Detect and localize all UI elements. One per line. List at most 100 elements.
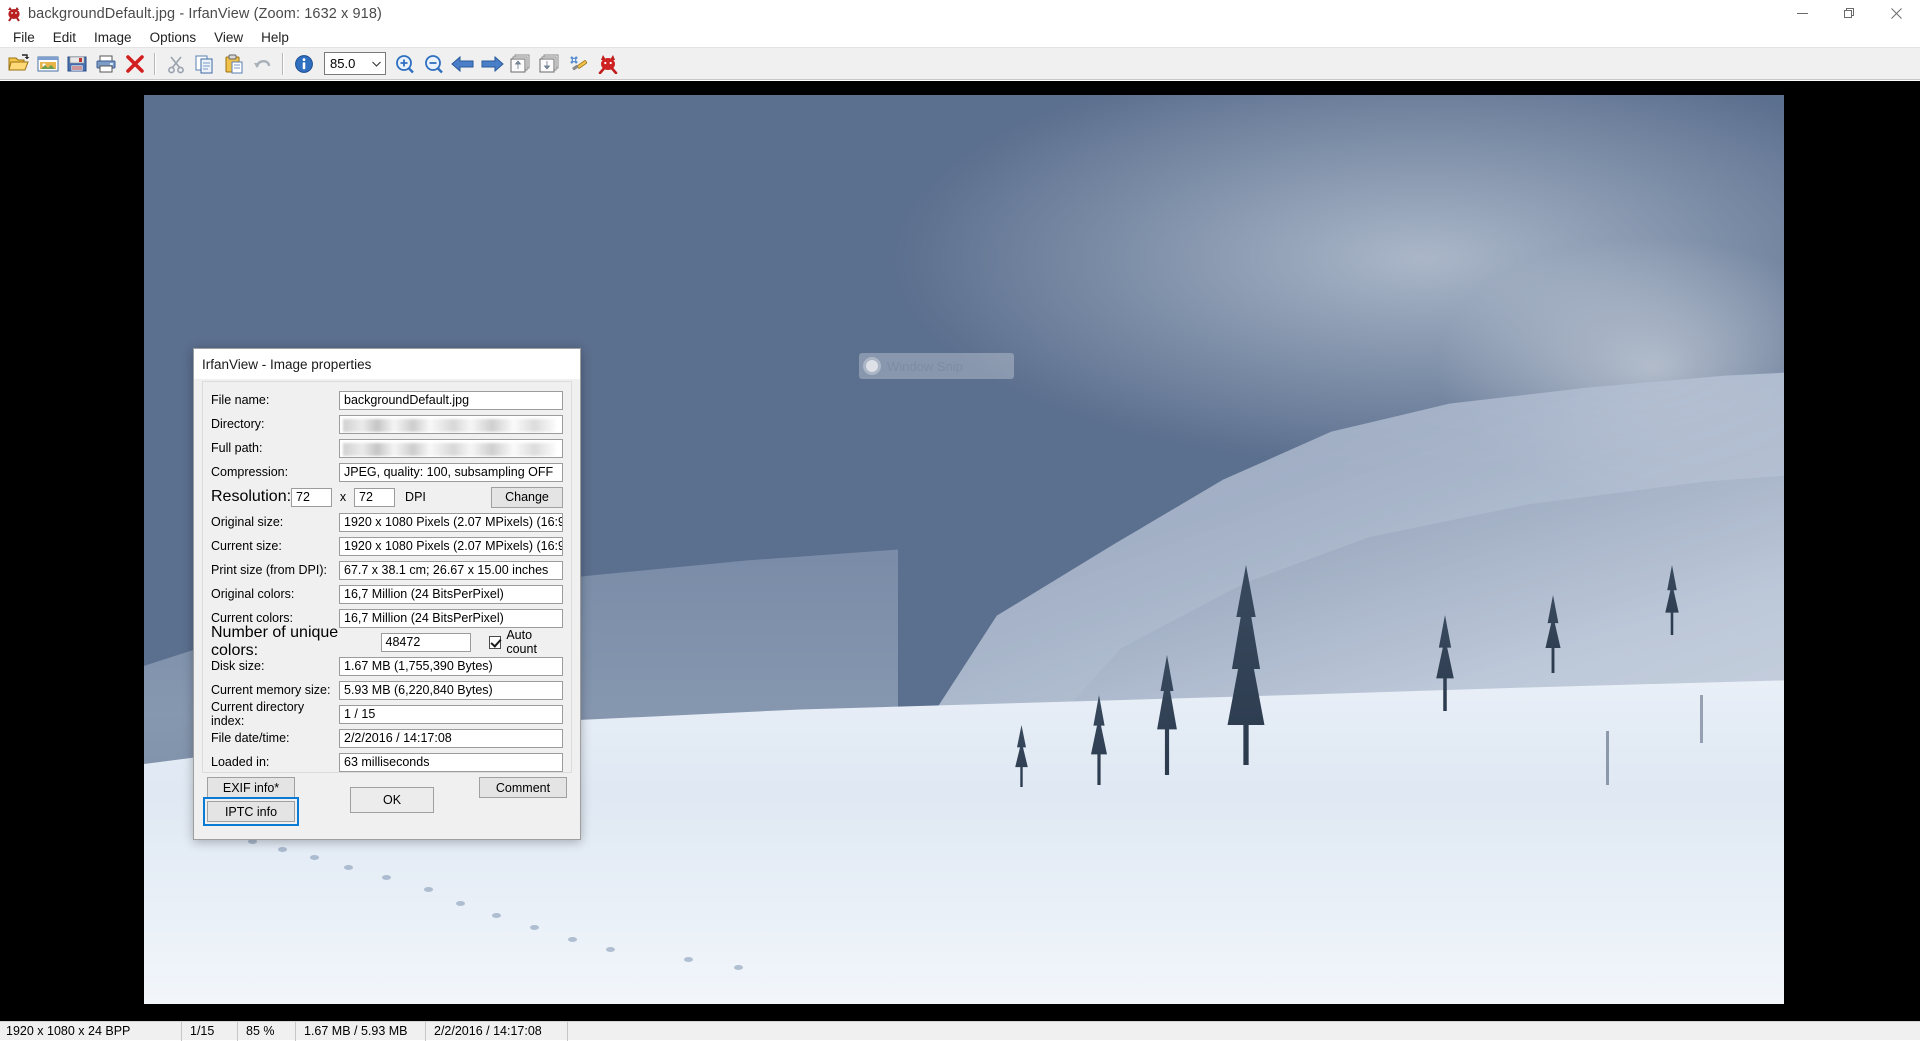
menu-help[interactable]: Help — [252, 28, 298, 47]
info-button[interactable] — [289, 49, 318, 78]
exif-info-button[interactable]: EXIF info* — [207, 777, 295, 798]
last-image-button[interactable] — [535, 49, 564, 78]
zoom-in-button[interactable] — [390, 49, 419, 78]
field-row-unique-colors: Number of unique colors: 48472 Auto coun… — [211, 632, 563, 652]
thumbnails-button[interactable] — [33, 49, 62, 78]
value-file-name[interactable]: backgroundDefault.jpg — [339, 391, 563, 410]
value-full-path[interactable] — [339, 439, 563, 458]
save-button[interactable] — [62, 49, 91, 78]
zoom-level-combobox[interactable]: 85.0 — [324, 52, 386, 75]
printer-icon — [95, 54, 117, 74]
label-compression: Compression: — [211, 465, 339, 479]
field-row-directory: Directory: — [211, 414, 563, 434]
toolbar: 85.0 — [0, 47, 1920, 80]
image-properties-dialog[interactable]: IrfanView - Image properties File name: … — [193, 348, 581, 840]
next-button[interactable] — [477, 49, 506, 78]
value-loaded-in[interactable]: 63 milliseconds — [339, 753, 563, 772]
first-image-button[interactable] — [506, 49, 535, 78]
undo-button[interactable] — [248, 49, 277, 78]
dialog-footer: EXIF info* IPTC info OK Comment — [202, 775, 572, 833]
status-bar: 1920 x 1080 x 24 BPP 1/15 85 % 1.67 MB /… — [0, 1021, 1920, 1040]
menu-image[interactable]: Image — [85, 28, 141, 47]
close-button[interactable] — [1873, 0, 1920, 27]
value-current-size[interactable]: 1920 x 1080 Pixels (2.07 MPixels) (16:9) — [339, 537, 563, 556]
field-row-print-size: Print size (from DPI): 67.7 x 38.1 cm; 2… — [211, 560, 563, 580]
window-snip-overlay[interactable]: Window Snip — [859, 353, 1014, 379]
open-button[interactable] — [4, 49, 33, 78]
label-current-directory-index: Current directory index: — [211, 700, 339, 728]
value-current-directory-index[interactable]: 1 / 15 — [339, 705, 563, 724]
value-original-colors[interactable]: 16,7 Million (24 BitsPerPixel) — [339, 585, 563, 604]
comment-button[interactable]: Comment — [479, 777, 567, 798]
value-directory[interactable] — [339, 415, 563, 434]
field-row-current-size: Current size: 1920 x 1080 Pixels (2.07 M… — [211, 536, 563, 556]
stack-up-arrow-icon — [510, 54, 532, 74]
about-button[interactable] — [593, 49, 622, 78]
value-compression[interactable]: JPEG, quality: 100, subsampling OFF — [339, 463, 563, 482]
delete-button[interactable] — [120, 49, 149, 78]
auto-count-checkbox[interactable] — [489, 636, 501, 649]
dialog-title: IrfanView - Image properties — [202, 357, 371, 372]
label-print-size: Print size (from DPI): — [211, 563, 339, 577]
clipboard-paste-icon — [223, 54, 245, 74]
dialog-body: File name: backgroundDefault.jpg Directo… — [202, 381, 572, 773]
maximize-restore-button[interactable] — [1826, 0, 1873, 27]
copy-button[interactable] — [190, 49, 219, 78]
field-row-current-memory-size: Current memory size: 5.93 MB (6,220,840 … — [211, 680, 563, 700]
undo-arrow-icon — [252, 54, 274, 74]
menu-file[interactable]: File — [4, 28, 44, 47]
left-arrow-icon — [451, 55, 475, 73]
status-dimensions: 1920 x 1080 x 24 BPP — [0, 1022, 182, 1041]
zoom-out-button[interactable] — [419, 49, 448, 78]
stack-down-arrow-icon — [539, 54, 561, 74]
iptc-info-button[interactable]: IPTC info — [207, 801, 295, 822]
window-controls — [1779, 0, 1920, 27]
print-button[interactable] — [91, 49, 120, 78]
resolution-width-input[interactable]: 72 — [291, 488, 332, 507]
info-circle-icon — [294, 54, 314, 74]
resolution-separator: x — [332, 490, 354, 504]
value-disk-size[interactable]: 1.67 MB (1,755,390 Bytes) — [339, 657, 563, 676]
value-current-memory-size[interactable]: 5.93 MB (6,220,840 Bytes) — [339, 681, 563, 700]
value-unique-colors[interactable]: 48472 — [381, 633, 471, 652]
value-original-size[interactable]: 1920 x 1080 Pixels (2.07 MPixels) (16:9) — [339, 513, 563, 532]
field-row-disk-size: Disk size: 1.67 MB (1,755,390 Bytes) — [211, 656, 563, 676]
menu-options[interactable]: Options — [141, 28, 206, 47]
open-folder-icon — [8, 54, 30, 74]
previous-button[interactable] — [448, 49, 477, 78]
dialog-title-bar: IrfanView - Image properties — [194, 349, 580, 379]
field-row-full-path: Full path: — [211, 438, 563, 458]
label-full-path: Full path: — [211, 441, 339, 455]
value-print-size[interactable]: 67.7 x 38.1 cm; 26.67 x 15.00 inches — [339, 561, 563, 580]
status-filesize: 1.67 MB / 5.93 MB — [296, 1022, 426, 1041]
magnifier-plus-icon — [394, 54, 416, 74]
field-row-resolution: Resolution: 72 x 72 DPI Change — [211, 486, 563, 508]
value-file-date-time[interactable]: 2/2/2016 / 14:17:08 — [339, 729, 563, 748]
label-unique-colors: Number of unique colors: — [211, 624, 381, 660]
chevron-down-icon[interactable] — [368, 53, 385, 74]
auto-count-label: Auto count — [506, 628, 563, 656]
save-disk-icon — [66, 54, 88, 74]
field-row-loaded-in: Loaded in: 63 milliseconds — [211, 752, 563, 772]
label-file-date-time: File date/time: — [211, 731, 339, 745]
label-current-memory-size: Current memory size: — [211, 683, 339, 697]
toolbar-separator-2 — [282, 53, 284, 75]
title-bar: backgroundDefault.jpg - IrfanView (Zoom:… — [0, 0, 1920, 27]
label-original-colors: Original colors: — [211, 587, 339, 601]
menu-edit[interactable]: Edit — [44, 28, 85, 47]
cut-button[interactable] — [161, 49, 190, 78]
paste-button[interactable] — [219, 49, 248, 78]
label-file-name: File name: — [211, 393, 339, 407]
resolution-height-input[interactable]: 72 — [354, 488, 395, 507]
menu-view[interactable]: View — [205, 28, 252, 47]
ok-button[interactable]: OK — [350, 787, 434, 813]
label-current-size: Current size: — [211, 539, 339, 553]
right-arrow-icon — [480, 55, 504, 73]
minimize-button[interactable] — [1779, 0, 1826, 27]
change-resolution-button[interactable]: Change — [491, 487, 563, 508]
status-datetime: 2/2/2016 / 14:17:08 — [426, 1022, 568, 1041]
scissors-icon — [166, 54, 186, 74]
resolution-unit-label: DPI — [395, 490, 439, 504]
settings-button[interactable] — [564, 49, 593, 78]
copy-icon — [194, 54, 216, 74]
